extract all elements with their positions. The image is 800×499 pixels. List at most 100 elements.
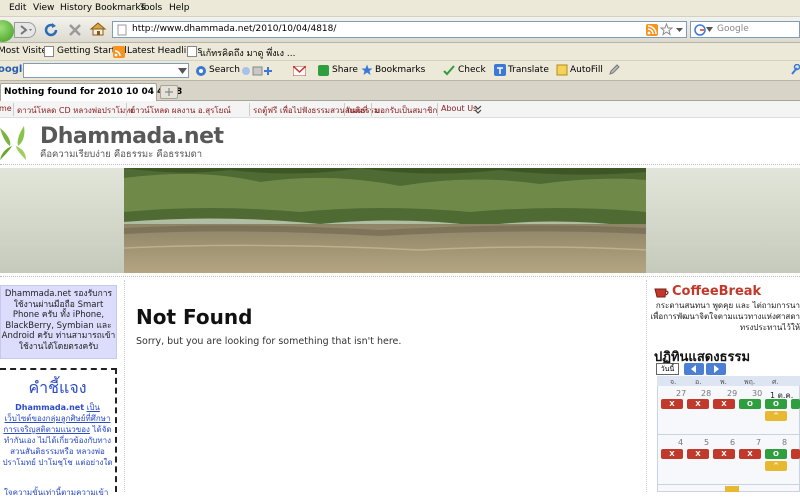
url-text: http://www.dhammada.net/2010/10/04/4818/ bbox=[132, 24, 337, 34]
tab-title: Nothing found for 2010 10 04 4818 bbox=[4, 87, 183, 97]
toolbar-tools-icon[interactable] bbox=[240, 65, 274, 77]
calendar-event[interactable]: ^ bbox=[765, 411, 787, 421]
calendar-date[interactable]: 5 bbox=[704, 438, 709, 447]
forward-arrow-icon bbox=[20, 25, 32, 35]
calendar-date[interactable]: 29 bbox=[727, 389, 737, 398]
google-search-icon bbox=[196, 66, 206, 76]
main-content: Not Found Sorry, but you are looking for… bbox=[124, 280, 647, 492]
calendar-date[interactable]: 7 bbox=[756, 438, 761, 447]
calendar-event[interactable]: O bbox=[739, 399, 761, 409]
google-engine-icon bbox=[694, 24, 706, 36]
calendar-event[interactable]: O bbox=[765, 399, 787, 409]
coffeebreak-title[interactable]: CoffeeBreak bbox=[672, 284, 761, 299]
gmail-icon[interactable] bbox=[293, 66, 306, 76]
calendar-date[interactable]: 6 bbox=[730, 438, 735, 447]
url-dropdown-icon[interactable] bbox=[675, 25, 684, 34]
share-button[interactable]: Share bbox=[332, 65, 358, 75]
notice-text: Dhammada.net รองรับการใช้งานผ่านมือถือ S… bbox=[1, 289, 116, 352]
nav-subscribe[interactable]: บอกรับเป็นสมาชิก bbox=[375, 104, 437, 117]
reload-icon[interactable] bbox=[42, 21, 60, 39]
calendar-date[interactable]: 8 bbox=[782, 438, 787, 447]
calendar-date[interactable]: 4 bbox=[678, 438, 683, 447]
bookmark-thai-page[interactable]: แก้ทรคิดถึง มาดู พึ่งเง ... bbox=[200, 46, 296, 60]
calendar-date[interactable]: 27 bbox=[676, 389, 686, 398]
rss-feed-icon[interactable] bbox=[646, 24, 658, 36]
nav-download-works[interactable]: ดาวน์โหลด ผลงาน อ.สุรโยณ์ bbox=[130, 104, 231, 117]
google-search-button[interactable]: Search bbox=[209, 65, 240, 75]
menu-bar: Edit View History Bookmarks Tools Help bbox=[0, 0, 800, 17]
translate-icon bbox=[494, 64, 506, 76]
calendar-date[interactable]: 30 bbox=[752, 389, 762, 398]
rss-feed-icon bbox=[113, 46, 125, 58]
calendar-today-button[interactable]: วันนี้ bbox=[656, 363, 679, 375]
tab-active[interactable]: Nothing found for 2010 10 04 4818 bbox=[0, 83, 182, 101]
pencil-icon[interactable] bbox=[608, 64, 620, 76]
explain-brand[interactable]: Dhammada.net bbox=[15, 403, 84, 412]
forward-button[interactable] bbox=[14, 22, 36, 38]
search-bar[interactable]: Google bbox=[690, 21, 800, 38]
page-icon bbox=[117, 24, 127, 36]
calendar-event[interactable] bbox=[791, 449, 800, 459]
calendar-event[interactable]: ^ bbox=[765, 461, 787, 471]
google-search-input[interactable] bbox=[23, 63, 189, 78]
calendar-day-wed: พ. bbox=[720, 378, 727, 386]
calendar-next-button[interactable] bbox=[706, 363, 726, 375]
search-placeholder: Google bbox=[717, 24, 749, 34]
translate-button[interactable]: Translate bbox=[508, 65, 549, 75]
nav-map[interactable]: แผนที่ bbox=[347, 104, 368, 117]
calendar-prev-button[interactable] bbox=[684, 363, 704, 375]
bodhi-leaf-logo-icon bbox=[0, 126, 26, 160]
check-button[interactable]: Check bbox=[458, 65, 486, 75]
menu-help[interactable]: Help bbox=[169, 3, 190, 13]
calendar-event[interactable]: X bbox=[661, 399, 683, 409]
nav-download-cd[interactable]: ดาวน์โหลด CD หลวงพ่อปราโมทย์ bbox=[17, 104, 135, 117]
page-icon bbox=[44, 46, 54, 57]
bookmark-star-icon[interactable] bbox=[660, 23, 673, 36]
double-chevron-down-icon[interactable] bbox=[474, 105, 482, 114]
chevron-down-icon[interactable] bbox=[178, 67, 187, 75]
search-engine-dropdown-icon[interactable] bbox=[706, 27, 713, 33]
coffee-cup-icon bbox=[654, 288, 669, 298]
menu-view[interactable]: View bbox=[33, 3, 54, 13]
calendar-event[interactable]: X bbox=[713, 449, 735, 459]
new-tab-button[interactable] bbox=[160, 85, 178, 99]
not-found-message: Sorry, but you are looking for something… bbox=[136, 336, 402, 347]
nav-home[interactable]: me bbox=[0, 104, 12, 113]
calendar-date[interactable]: 28 bbox=[701, 389, 711, 398]
menu-bookmarks[interactable]: Bookmarks bbox=[95, 3, 145, 13]
calendar-day-mon: จ. bbox=[670, 378, 677, 386]
menu-edit[interactable]: Edit bbox=[9, 3, 26, 13]
site-navigation: me ดาวน์โหลด CD หลวงพ่อปราโมทย์ ดาวน์โหล… bbox=[0, 101, 800, 118]
tab-strip: Nothing found for 2010 10 04 4818 bbox=[0, 81, 800, 101]
calendar-event[interactable] bbox=[791, 399, 800, 409]
back-button[interactable] bbox=[0, 20, 14, 42]
calendar-event[interactable]: X bbox=[661, 449, 683, 459]
plus-icon bbox=[165, 88, 173, 96]
share-icon bbox=[318, 65, 329, 76]
calendar-event[interactable]: X bbox=[739, 449, 761, 459]
wrench-icon[interactable] bbox=[790, 64, 800, 76]
calendar-event[interactable]: X bbox=[713, 399, 735, 409]
calendar-event[interactable]: X bbox=[687, 399, 709, 409]
autofill-icon bbox=[556, 64, 568, 76]
bookmarks-toolbar: Most Visited Getting Started Latest Head… bbox=[0, 43, 800, 61]
menu-history[interactable]: History bbox=[60, 3, 92, 13]
explanation-box: คำชี้แจง Dhammada.net เป็นเว็บไซต์ของกลุ… bbox=[0, 368, 117, 497]
site-tagline: คือความเรียบง่าย คือธรรมะ คือธรรมดา bbox=[40, 149, 203, 160]
river-landscape-image bbox=[0, 168, 800, 273]
calendar-event[interactable]: X bbox=[687, 449, 709, 459]
stop-icon[interactable] bbox=[66, 21, 84, 39]
google-toolbar: oogle Search Share Bookmarks Check Trans… bbox=[0, 61, 800, 81]
bookmarks-star-icon bbox=[361, 64, 373, 75]
calendar-event[interactable]: O bbox=[765, 449, 787, 459]
site-header: Dhammada.net คือความเรียบง่าย คือธรรมะ ค… bbox=[0, 118, 800, 168]
page-icon bbox=[187, 46, 197, 57]
home-icon[interactable] bbox=[89, 20, 107, 38]
calendar-day-thu: พฤ. bbox=[744, 378, 756, 386]
nav-about-us[interactable]: About Us bbox=[441, 104, 477, 113]
google-bookmarks-button[interactable]: Bookmarks bbox=[375, 65, 425, 75]
menu-tools[interactable]: Tools bbox=[140, 3, 162, 13]
autofill-button[interactable]: AutoFill bbox=[570, 65, 603, 75]
url-bar[interactable]: http://www.dhammada.net/2010/10/04/4818/ bbox=[112, 21, 687, 38]
site-title[interactable]: Dhammada.net bbox=[40, 124, 224, 149]
